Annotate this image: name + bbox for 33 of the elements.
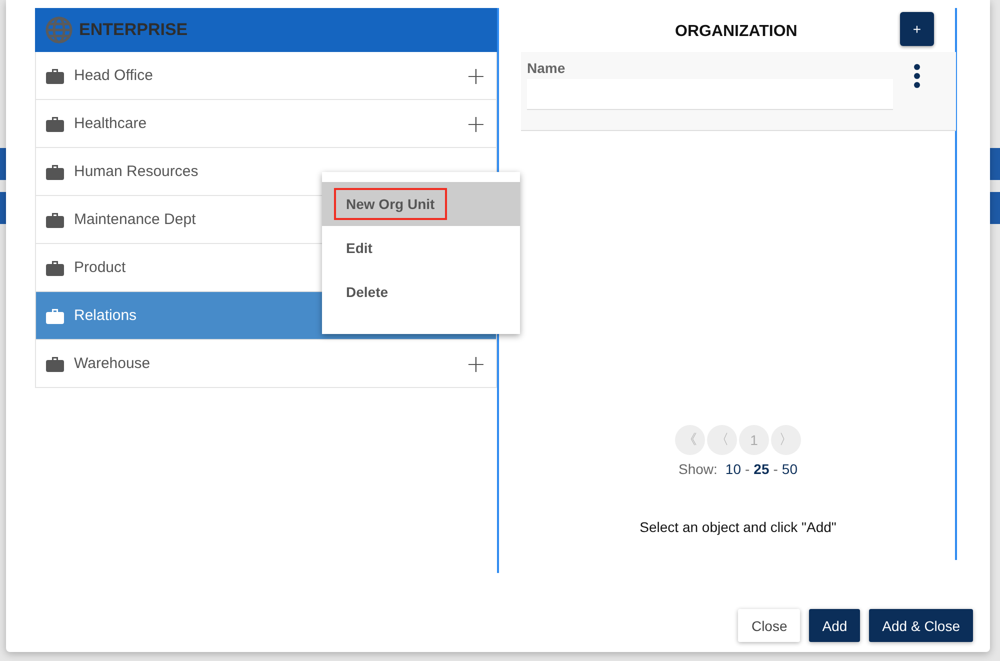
separator-text: - xyxy=(773,461,778,477)
add-button[interactable]: + xyxy=(900,12,934,46)
briefcase-icon xyxy=(46,116,64,132)
tree-item[interactable]: Healthcare + xyxy=(35,100,497,148)
briefcase-icon xyxy=(46,68,64,84)
menu-item[interactable]: New Org Unit xyxy=(322,182,520,226)
panel-title: ORGANIZATION xyxy=(675,22,798,41)
page-size-link[interactable]: 25 xyxy=(754,461,770,477)
hint-text: Select an object and click "Add" xyxy=(640,519,836,535)
menu-item[interactable]: Edit xyxy=(322,226,520,270)
briefcase-icon xyxy=(46,356,64,372)
briefcase-icon xyxy=(46,164,64,180)
footer-button[interactable]: Close xyxy=(738,609,800,642)
name-field[interactable] xyxy=(527,79,893,110)
footer-button[interactable]: Add & Close xyxy=(869,609,973,642)
tree-item[interactable]: Warehouse + xyxy=(35,340,497,388)
add-child-button[interactable]: + xyxy=(466,354,486,374)
menu-item-label: New Org Unit xyxy=(334,188,447,220)
add-child-button[interactable]: + xyxy=(466,114,486,134)
briefcase-icon xyxy=(46,212,64,228)
separator-text: - xyxy=(745,461,750,477)
add-child-button[interactable]: + xyxy=(466,66,486,86)
show-label: Show: xyxy=(678,461,718,477)
footer-button[interactable]: Add xyxy=(809,609,860,642)
page-size-link[interactable]: 50 xyxy=(782,461,798,477)
briefcase-icon xyxy=(46,308,64,324)
globe-icon xyxy=(45,16,73,44)
name-label: Name xyxy=(527,60,566,76)
briefcase-icon xyxy=(46,260,64,276)
tree-item[interactable]: Head Office + xyxy=(35,52,497,100)
menu-item[interactable]: Delete xyxy=(322,270,520,314)
page-size-link[interactable]: 10 xyxy=(725,461,741,477)
more-options-icon[interactable] xyxy=(913,63,921,89)
